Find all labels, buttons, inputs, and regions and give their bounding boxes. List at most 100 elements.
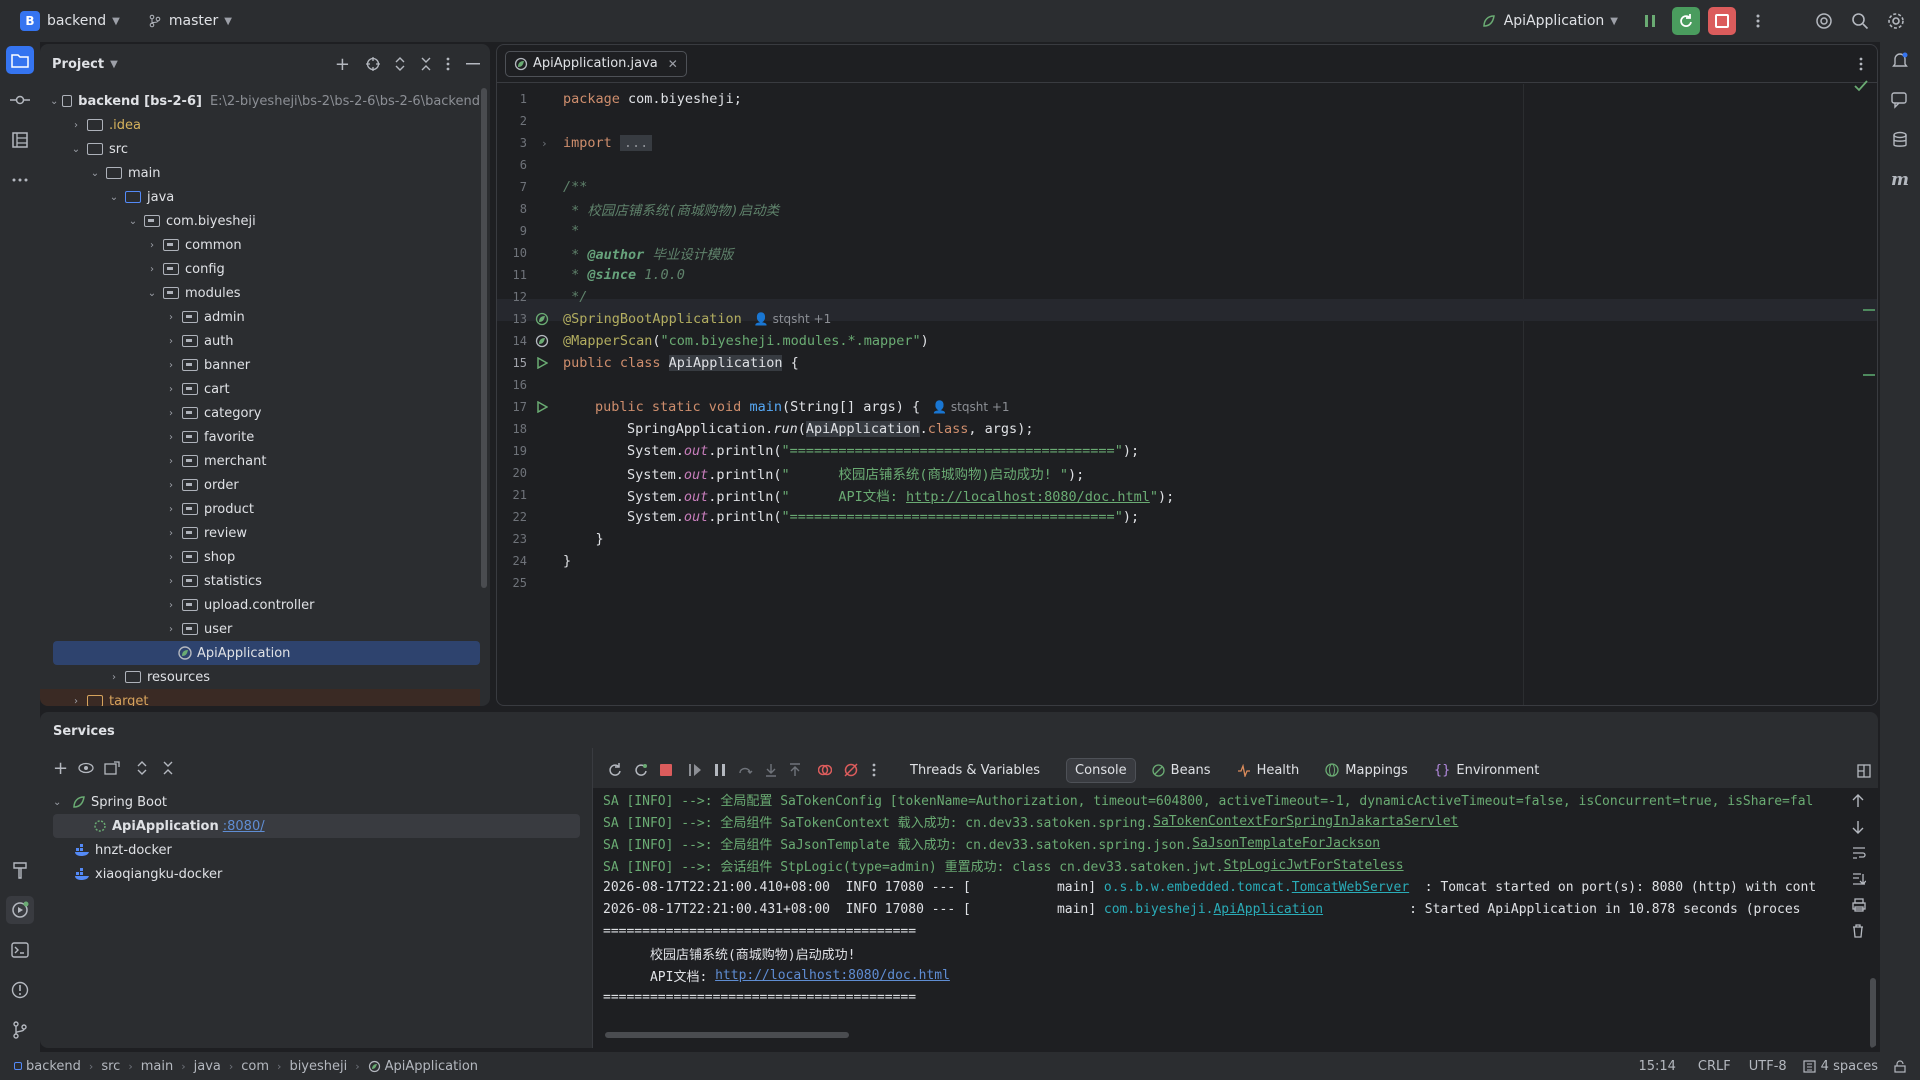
service-item-hnzt-docker[interactable]: hnzt-docker: [74, 838, 172, 862]
step-out-icon[interactable]: [788, 763, 802, 777]
rerun-icon[interactable]: [608, 763, 622, 777]
tree-item-statistics[interactable]: › statistics: [40, 569, 480, 593]
folded-imports[interactable]: ...: [619, 135, 653, 151]
editor-tab-apiapplication[interactable]: ApiApplication.java ✕: [505, 50, 687, 77]
soft-wrap-icon[interactable]: [1852, 846, 1866, 860]
tab-health[interactable]: Health: [1237, 763, 1299, 778]
locate-icon[interactable]: [366, 57, 380, 71]
author-inlay[interactable]: 👤 stqsht +1: [932, 400, 1009, 414]
service-group-spring-boot[interactable]: ⌄ Spring Boot: [53, 790, 167, 814]
chevron-down-icon[interactable]: ▼: [110, 59, 118, 70]
rerun-button[interactable]: [1672, 7, 1700, 35]
tree-item-auth[interactable]: › auth: [40, 329, 480, 353]
tree-item-shop[interactable]: › shop: [40, 545, 480, 569]
problems-tool-button[interactable]: [6, 976, 34, 1004]
stop-button[interactable]: [1708, 7, 1736, 35]
print-icon[interactable]: [1852, 898, 1866, 912]
tree-item-resources[interactable]: › resources: [40, 665, 480, 689]
ai-assistant-button[interactable]: [1810, 7, 1838, 35]
more-vertical-icon[interactable]: [872, 763, 876, 777]
more-tools-button[interactable]: [6, 166, 34, 194]
tab-beans[interactable]: Beans: [1152, 763, 1211, 778]
tree-item-product[interactable]: › product: [40, 497, 480, 521]
rerun-spring-icon[interactable]: [634, 763, 648, 777]
collapse-all-icon[interactable]: [162, 761, 174, 775]
step-over-icon[interactable]: [738, 763, 754, 777]
indent-setting[interactable]: 4 spaces: [1803, 1059, 1878, 1074]
mute-breakpoints-icon[interactable]: [844, 763, 858, 777]
add-icon[interactable]: +: [335, 54, 350, 75]
git-tool-button[interactable]: [6, 1016, 34, 1044]
view-breakpoints-icon[interactable]: [818, 763, 832, 777]
breadcrumb-item[interactable]: com: [241, 1059, 269, 1074]
more-actions-button[interactable]: [1744, 7, 1772, 35]
tab-threads-variables[interactable]: Threads & Variables: [910, 763, 1040, 778]
collapse-all-icon[interactable]: [420, 57, 432, 71]
tree-item-package[interactable]: ⌄ com.biyesheji: [40, 209, 480, 233]
database-button[interactable]: [1886, 126, 1914, 154]
scroll-to-end-icon[interactable]: [1852, 872, 1866, 886]
layout-icon[interactable]: [1857, 764, 1871, 778]
minimize-icon[interactable]: [466, 63, 480, 65]
commit-tool-button[interactable]: [6, 86, 34, 114]
services-tool-button[interactable]: [6, 896, 34, 924]
close-icon[interactable]: ✕: [668, 57, 678, 71]
pause-button[interactable]: [1636, 7, 1664, 35]
terminal-tool-button[interactable]: [6, 936, 34, 964]
file-encoding[interactable]: UTF-8: [1749, 1059, 1787, 1074]
breadcrumb-item[interactable]: java: [194, 1059, 221, 1074]
run-gutter-icon[interactable]: [536, 401, 548, 413]
arrow-up-icon[interactable]: [1852, 794, 1864, 808]
breadcrumb-item[interactable]: src: [101, 1059, 120, 1074]
tree-item-user[interactable]: › user: [40, 617, 480, 641]
more-vertical-icon[interactable]: [446, 57, 450, 71]
doc-url-link[interactable]: http://localhost:8080/doc.html: [906, 489, 1150, 505]
vertical-scrollbar[interactable]: [1870, 978, 1876, 1048]
tree-item-src[interactable]: ⌄ src: [40, 137, 480, 161]
lock-icon[interactable]: [1894, 1059, 1906, 1073]
resume-icon[interactable]: [688, 763, 702, 777]
add-icon[interactable]: +: [53, 758, 68, 779]
breadcrumb-item[interactable]: ApiApplication: [385, 1059, 478, 1074]
tree-item-merchant[interactable]: › merchant: [40, 449, 480, 473]
tree-item-main[interactable]: ⌄ main: [40, 161, 480, 185]
author-inlay[interactable]: 👤 stqsht +1: [754, 312, 831, 326]
branch-switcher[interactable]: master ▼: [148, 13, 232, 29]
vertical-scrollbar[interactable]: [481, 88, 487, 588]
tree-item-idea[interactable]: › .idea: [40, 113, 480, 137]
run-gutter-icon[interactable]: [536, 357, 548, 369]
tree-item-apiapplication[interactable]: ApiApplication: [53, 641, 480, 665]
settings-button[interactable]: [1882, 7, 1910, 35]
tree-item-modules[interactable]: ⌄ modules: [40, 281, 480, 305]
tree-item-upload-controller[interactable]: › upload.controller: [40, 593, 480, 617]
cursor-position[interactable]: 15:14: [1638, 1059, 1675, 1074]
mapper-gutter-icon[interactable]: [535, 334, 549, 348]
doc-url-link[interactable]: http://localhost:8080/doc.html: [715, 968, 950, 983]
tab-mappings[interactable]: Mappings: [1325, 763, 1408, 778]
tree-item-backend[interactable]: ⌄ backend [bs-2-6] E:\2-biyesheji\bs-2\b…: [40, 89, 480, 113]
port-link[interactable]: :8080/: [223, 819, 265, 834]
spring-bean-gutter-icon[interactable]: [535, 312, 549, 326]
structure-tool-button[interactable]: [6, 126, 34, 154]
check-icon[interactable]: [1854, 80, 1868, 92]
fold-chevron-icon[interactable]: ›: [541, 137, 548, 150]
tree-item-cart[interactable]: › cart: [40, 377, 480, 401]
code-area[interactable]: 1 package com.biyesheji; 2 3 › import ...…: [497, 80, 1877, 705]
tree-item-category[interactable]: › category: [40, 401, 480, 425]
more-vertical-icon[interactable]: [1859, 57, 1863, 71]
new-tab-icon[interactable]: [104, 761, 120, 775]
expand-all-icon[interactable]: [394, 57, 406, 71]
breadcrumb-item[interactable]: main: [141, 1059, 173, 1074]
arrow-down-icon[interactable]: [1852, 820, 1864, 834]
horizontal-scrollbar[interactable]: [605, 1032, 849, 1038]
project-tool-button[interactable]: [6, 46, 34, 74]
project-switcher[interactable]: B backend ▼: [20, 11, 120, 31]
panel-title[interactable]: Project: [52, 57, 104, 72]
tree-item-target[interactable]: › target: [40, 689, 480, 706]
pause-icon[interactable]: [714, 763, 726, 777]
trash-icon[interactable]: [1852, 924, 1864, 938]
build-tool-button[interactable]: [6, 856, 34, 884]
service-item-xiaoqiangku-docker[interactable]: xiaoqiangku-docker: [74, 862, 222, 886]
tree-item-admin[interactable]: › admin: [40, 305, 480, 329]
tree-item-review[interactable]: › review: [40, 521, 480, 545]
